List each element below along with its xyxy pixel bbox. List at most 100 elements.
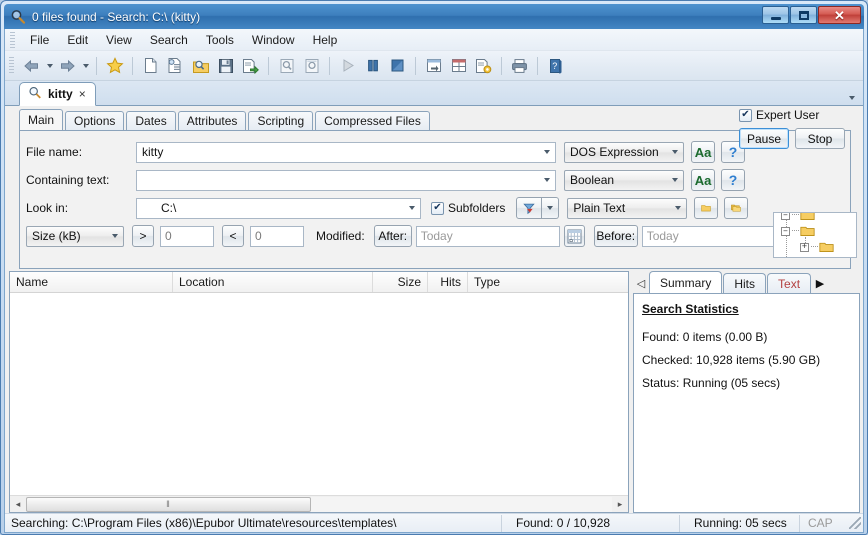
run-controls: Pause Stop — [739, 128, 857, 149]
expert-user-checkbox[interactable]: Expert User — [739, 108, 857, 122]
tab-summary[interactable]: Summary — [649, 271, 723, 293]
back-button[interactable] — [19, 54, 44, 78]
column-header-name[interactable]: Name — [10, 272, 173, 292]
chevron-down-icon[interactable] — [106, 227, 123, 246]
modified-after-input[interactable]: Today — [415, 225, 560, 247]
size-max-operator-button[interactable]: < — [222, 225, 244, 247]
size-min-operator-button[interactable]: > — [132, 225, 154, 247]
modified-after-button[interactable]: After: — [373, 225, 412, 247]
size-max-input[interactable]: 0 — [250, 225, 304, 247]
print-button[interactable] — [507, 54, 532, 78]
size-unit-select[interactable]: Size (kB) — [26, 225, 124, 247]
menu-item-edit[interactable]: Edit — [58, 31, 97, 49]
subfolders-checkbox[interactable]: Subfolders — [431, 201, 505, 215]
chevron-down-icon[interactable] — [666, 143, 683, 162]
containing-text-dropdown-button[interactable] — [538, 171, 555, 190]
stop-button[interactable] — [385, 54, 410, 78]
browse-folders-button[interactable] — [724, 197, 749, 219]
containing-text-input[interactable] — [136, 169, 556, 191]
filter-dropdown-button[interactable] — [542, 197, 560, 219]
open-search-button[interactable] — [163, 54, 188, 78]
maximize-button[interactable] — [790, 6, 817, 24]
tab-attributes[interactable]: Attributes — [177, 111, 247, 130]
look-in-input[interactable]: C:\ — [136, 197, 421, 219]
minimize-button[interactable] — [762, 6, 789, 24]
tree-node-branch[interactable]: – — [781, 225, 815, 237]
folder-icon — [800, 226, 815, 236]
look-in-dropdown-button[interactable] — [403, 199, 420, 218]
new-search-button[interactable] — [138, 54, 163, 78]
scroll-track[interactable]: ‖ — [26, 496, 612, 512]
scroll-thumb[interactable]: ‖ — [26, 496, 311, 512]
filename-case-button[interactable]: Aa — [691, 141, 715, 163]
start-button[interactable] — [335, 54, 360, 78]
back-dropdown[interactable] — [44, 54, 55, 78]
menu-item-tools[interactable]: Tools — [197, 31, 243, 49]
folder-tree[interactable]: – – + — [773, 212, 857, 258]
export-button[interactable] — [238, 54, 263, 78]
results-list[interactable]: Name Location Size Hits Type ◂ ‖ ▸ — [9, 271, 629, 513]
modified-after-calendar-button[interactable] — [563, 225, 585, 247]
preview-button[interactable] — [274, 54, 299, 78]
options-button[interactable] — [471, 54, 496, 78]
column-header-size[interactable]: Size — [373, 272, 428, 292]
modified-before-input[interactable]: Today — [641, 225, 786, 247]
preview-alt-button[interactable] — [299, 54, 324, 78]
menu-item-view[interactable]: View — [97, 31, 141, 49]
tree-node-root[interactable]: – — [781, 213, 815, 221]
forward-dropdown[interactable] — [80, 54, 91, 78]
close-icon[interactable]: × — [79, 87, 86, 101]
tab-dates[interactable]: Dates — [126, 111, 176, 130]
detail-tabs-next-button[interactable]: ▶ — [812, 273, 828, 293]
save-folder-button[interactable] — [188, 54, 213, 78]
text-mode-select[interactable]: Plain Text — [567, 197, 688, 219]
layout-split-button[interactable] — [446, 54, 471, 78]
column-header-hits[interactable]: Hits — [428, 272, 468, 292]
tab-text[interactable]: Text — [767, 273, 812, 293]
resize-grip-icon[interactable] — [849, 517, 861, 529]
size-min-input[interactable]: 0 — [160, 225, 214, 247]
tab-main[interactable]: Main — [19, 109, 64, 130]
results-rows[interactable] — [10, 293, 628, 495]
scroll-left-button[interactable]: ◂ — [10, 497, 26, 512]
layout-panel-button[interactable] — [421, 54, 446, 78]
forward-button[interactable] — [55, 54, 80, 78]
tab-compressed-files[interactable]: Compressed Files — [315, 111, 430, 130]
save-button[interactable] — [213, 54, 238, 78]
filename-mode-select[interactable]: DOS Expression — [564, 141, 684, 163]
menu-item-window[interactable]: Window — [243, 31, 304, 49]
pause-button[interactable]: Pause — [739, 128, 789, 149]
browse-folder-button[interactable] — [694, 197, 719, 219]
help-button[interactable]: ? — [543, 54, 568, 78]
tab-scripting[interactable]: Scripting — [248, 111, 314, 130]
pause-button[interactable] — [360, 54, 385, 78]
containing-text-case-button[interactable]: Aa — [691, 169, 715, 191]
containing-text-help-button[interactable]: ? — [721, 169, 745, 191]
tab-hits[interactable]: Hits — [723, 273, 767, 293]
collapse-icon[interactable]: – — [781, 226, 790, 236]
menu-item-help[interactable]: Help — [304, 31, 347, 49]
containing-text-mode-select[interactable]: Boolean — [564, 169, 684, 191]
filename-dropdown-button[interactable] — [538, 143, 555, 162]
scroll-right-button[interactable]: ▸ — [612, 497, 628, 512]
chevron-down-icon[interactable] — [669, 199, 686, 218]
stop-button[interactable]: Stop — [795, 128, 845, 149]
detail-tabs-prev-button[interactable]: ◁ — [633, 273, 649, 293]
chevron-down-icon[interactable] — [666, 171, 683, 190]
tree-node-child[interactable]: + — [800, 241, 834, 253]
menu-item-file[interactable]: File — [21, 31, 58, 49]
chevron-down-icon[interactable] — [849, 96, 855, 100]
close-button[interactable]: ✕ — [818, 6, 861, 24]
horizontal-scrollbar[interactable]: ◂ ‖ ▸ — [10, 495, 628, 512]
filter-button[interactable] — [516, 197, 543, 219]
column-header-location[interactable]: Location — [173, 272, 373, 292]
expand-icon[interactable]: + — [800, 242, 809, 252]
modified-before-button[interactable]: Before: — [593, 225, 638, 247]
tab-options[interactable]: Options — [65, 111, 125, 130]
collapse-icon[interactable]: – — [781, 213, 790, 220]
favorites-button[interactable] — [102, 54, 127, 78]
column-header-type[interactable]: Type — [468, 272, 608, 292]
filename-input[interactable]: kitty — [136, 141, 556, 163]
menu-item-search[interactable]: Search — [141, 31, 197, 49]
document-tab-kitty[interactable]: kitty × — [19, 82, 96, 106]
